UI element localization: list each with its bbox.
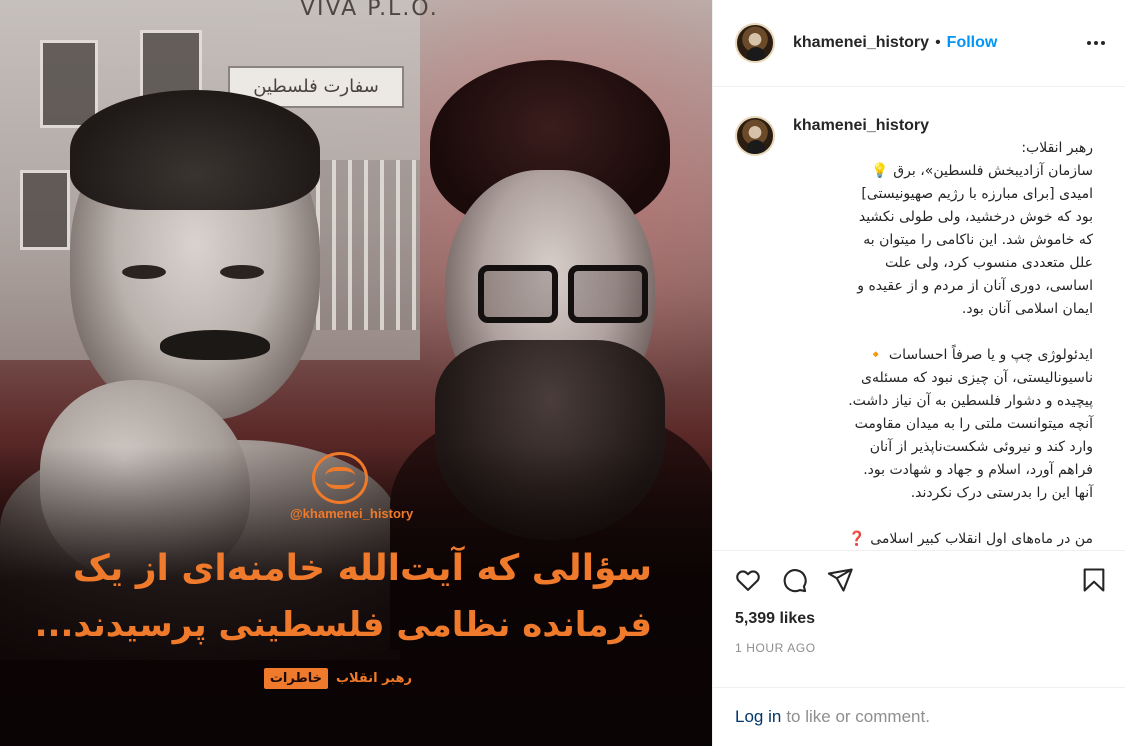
caption-body: khamenei_history رهبر انقلاب: سازمان آزا… (793, 117, 1093, 550)
more-horizontal-icon[interactable] (1087, 40, 1105, 45)
image-tag: خاطرات رهبر انقلاب (263, 668, 412, 689)
likes-count[interactable]: 5,399 likes (713, 610, 1125, 636)
share-icon[interactable] (823, 563, 857, 597)
header-username[interactable]: khamenei_history (793, 34, 929, 52)
header-separator: • (935, 33, 941, 51)
tag-box: خاطرات (263, 668, 328, 689)
headline-line-2: فرمانده نظامی فلسطینی پرسیدند... (34, 605, 652, 645)
post-timestamp[interactable]: 1 HOUR AGO (713, 641, 1125, 671)
image-headline: سؤالی که آیت‌الله خامنه‌ای از یک فرمانده… (32, 544, 652, 650)
watermark-handle: @khamenei_history (290, 506, 414, 521)
comment-icon[interactable] (777, 563, 811, 597)
post-header: khamenei_history • Follow (713, 0, 1125, 87)
instagram-post-view: VIVA P.L.O. سفارت فلسطین @khamenei_histo… (0, 0, 1125, 746)
action-bar (713, 551, 1125, 610)
login-prompt-text: to like or comment. (786, 706, 930, 726)
person-left-hair (70, 90, 320, 210)
caption-username[interactable]: khamenei_history (793, 117, 1093, 135)
person-right-glasses (478, 265, 558, 323)
post-image[interactable]: VIVA P.L.O. سفارت فلسطین @khamenei_histo… (0, 0, 712, 746)
wall-text: VIVA P.L.O. (300, 0, 439, 21)
login-prompt: Log in to like or comment. (713, 686, 1125, 746)
headline-line-1: سؤالی که آیت‌الله خامنه‌ای از یک (72, 548, 652, 589)
person-left-mustache (160, 330, 270, 360)
avatar[interactable] (735, 22, 775, 63)
heart-icon[interactable] (731, 563, 765, 597)
post-side-panel: khamenei_history • Follow khamenei_histo… (712, 0, 1125, 746)
person-left-eye (220, 265, 264, 279)
channel-logo-icon (312, 452, 368, 504)
caption-scroll-area[interactable]: khamenei_history رهبر انقلاب: سازمان آزا… (713, 87, 1125, 551)
login-link[interactable]: Log in (735, 707, 781, 727)
person-right-glasses (568, 265, 648, 323)
caption-avatar[interactable] (735, 115, 775, 156)
follow-button[interactable]: Follow (947, 34, 998, 52)
caption-text: رهبر انقلاب: سازمان آزادیبخش فلسطین»، بر… (848, 139, 1093, 547)
bookmark-icon[interactable] (1077, 563, 1111, 597)
tag-text: رهبر انقلاب (335, 671, 412, 686)
person-left-eye (122, 265, 166, 279)
